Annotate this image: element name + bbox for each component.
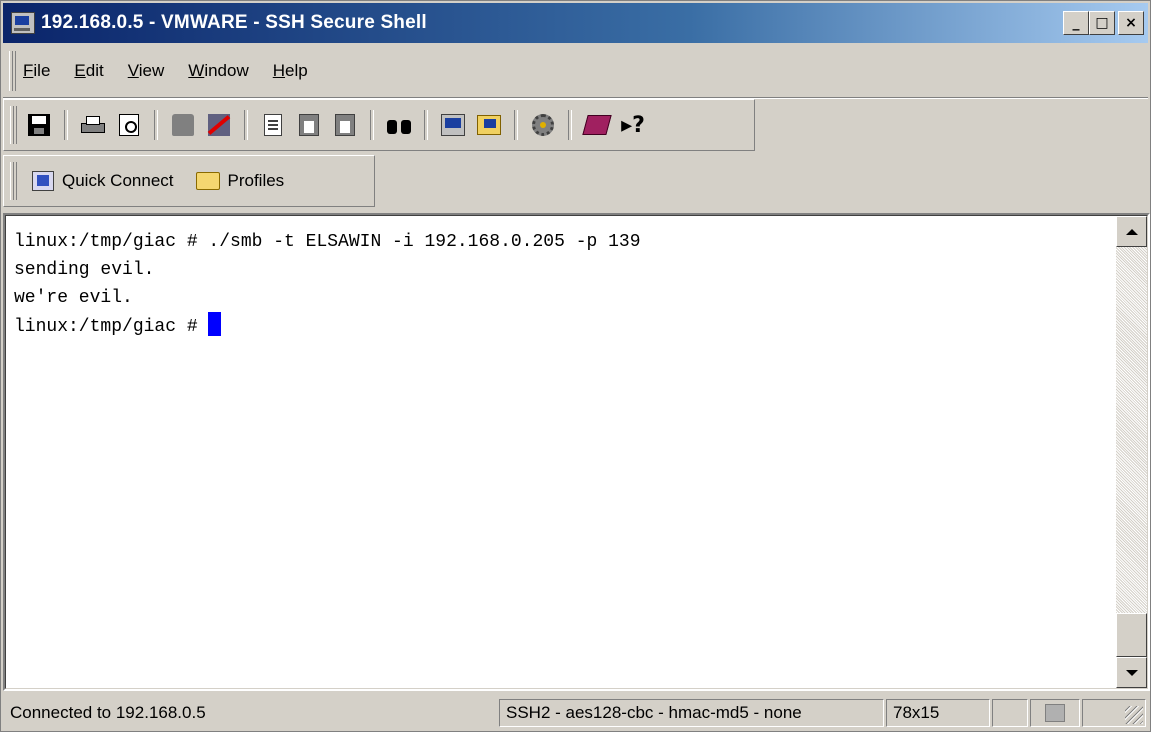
- status-bar: Connected to 192.168.0.5 SSH2 - aes128-c…: [3, 695, 1148, 731]
- status-cell-empty: [992, 699, 1028, 727]
- help-book-icon: [582, 115, 612, 135]
- toolbar-separator: [154, 110, 158, 140]
- whats-this-button[interactable]: ▸?: [618, 110, 648, 140]
- terminal-output[interactable]: linux:/tmp/giac # ./smb -t ELSAWIN -i 19…: [14, 228, 641, 341]
- paste-special-icon: [335, 114, 355, 136]
- toolbar-grip[interactable]: [10, 106, 17, 144]
- menu-file[interactable]: File: [23, 61, 50, 81]
- terminal-line: we're evil.: [14, 288, 133, 308]
- menu-view-accel: V: [127, 61, 139, 80]
- status-connection: Connected to 192.168.0.5: [10, 703, 206, 722]
- arrow-down-icon: [1125, 669, 1138, 676]
- new-file-transfer-button[interactable]: [474, 110, 504, 140]
- scroll-up-button[interactable]: [1116, 216, 1147, 247]
- arrow-up-icon: [1125, 228, 1138, 235]
- close-button[interactable]: ×: [1118, 11, 1144, 35]
- vertical-scrollbar[interactable]: [1116, 216, 1147, 688]
- terminal-prompt-line: linux:/tmp/giac #: [14, 312, 641, 341]
- quickbar-grip[interactable]: [10, 162, 17, 200]
- status-cell-icon: [1030, 699, 1080, 727]
- print-preview-icon: [119, 114, 139, 136]
- quick-connect-button[interactable]: Quick Connect: [26, 171, 180, 191]
- toolbar-separator: [424, 110, 428, 140]
- keys-icon: [172, 114, 194, 136]
- menu-window[interactable]: Window: [188, 61, 248, 81]
- toolbar-separator: [244, 110, 248, 140]
- caption-buttons: _ □ ×: [1063, 11, 1144, 35]
- save-icon: [28, 114, 50, 136]
- settings-button[interactable]: [528, 110, 558, 140]
- terminal-pane[interactable]: linux:/tmp/giac # ./smb -t ELSAWIN -i 19…: [3, 213, 1150, 691]
- save-button[interactable]: [24, 110, 54, 140]
- quick-connect-label: Quick Connect: [62, 171, 174, 190]
- terminal-cursor: [208, 312, 222, 336]
- status-cipher: SSH2 - aes128-cbc - hmac-md5 - none: [499, 699, 884, 727]
- settings-icon: [532, 114, 554, 136]
- menu-edit[interactable]: Edit: [74, 61, 103, 81]
- menu-edit-label: dit: [85, 61, 104, 80]
- menu-edit-accel: E: [74, 61, 86, 80]
- find-button[interactable]: [384, 110, 414, 140]
- menu-file-accel: F: [23, 61, 34, 80]
- help-topics-button[interactable]: [582, 110, 612, 140]
- connection-status-icon: [1045, 704, 1065, 722]
- maximize-button[interactable]: □: [1089, 11, 1115, 35]
- toolbar-separator: [64, 110, 68, 140]
- new-terminal-icon: [441, 114, 465, 136]
- menu-window-label: indow: [204, 61, 249, 80]
- terminal-line: sending evil.: [14, 260, 155, 280]
- status-terminal-size: 78x15: [886, 699, 990, 727]
- resize-grip-icon[interactable]: [1125, 706, 1143, 724]
- main-toolbar: ▸?: [3, 99, 755, 151]
- quick-connect-bar: Quick Connect Profiles: [3, 155, 375, 207]
- menu-view[interactable]: View: [128, 61, 165, 81]
- menu-help-label: elp: [285, 61, 308, 80]
- print-preview-button[interactable]: [114, 110, 144, 140]
- paste-button[interactable]: [294, 110, 324, 140]
- profiles-label: Profiles: [227, 171, 285, 190]
- whats-this-icon: ▸?: [621, 112, 645, 138]
- scroll-thumb[interactable]: [1116, 613, 1147, 657]
- paste-icon: [299, 114, 319, 136]
- print-icon: [81, 115, 105, 135]
- ssh-client-window: 192.168.0.5 - VMWARE - SSH Secure Shell …: [0, 0, 1151, 732]
- menu-file-label: ile: [33, 61, 51, 80]
- title-bar[interactable]: 192.168.0.5 - VMWARE - SSH Secure Shell …: [3, 3, 1148, 43]
- new-terminal-button[interactable]: [438, 110, 468, 140]
- paste-special-button[interactable]: [330, 110, 360, 140]
- quick-connect-icon: [32, 171, 54, 191]
- toolbar-separator: [370, 110, 374, 140]
- terminal-line: linux:/tmp/giac # ./smb -t ELSAWIN -i 19…: [14, 232, 641, 252]
- scroll-down-button[interactable]: [1116, 657, 1147, 688]
- copy-icon: [264, 114, 282, 136]
- menu-window-accel: W: [188, 61, 205, 80]
- app-icon[interactable]: [11, 12, 35, 34]
- folder-icon: [195, 172, 220, 190]
- copy-button[interactable]: [258, 110, 288, 140]
- find-icon: [387, 116, 411, 134]
- toolbar-separator: [514, 110, 518, 140]
- connect-button[interactable]: [168, 110, 198, 140]
- profiles-button[interactable]: Profiles: [190, 171, 291, 191]
- status-cell-grip: [1082, 699, 1146, 727]
- print-button[interactable]: [78, 110, 108, 140]
- new-file-transfer-icon: [477, 115, 501, 135]
- menu-help[interactable]: Help: [273, 61, 308, 81]
- menu-help-accel: H: [272, 61, 286, 80]
- disconnect-icon: [208, 114, 230, 136]
- window-title: 192.168.0.5 - VMWARE - SSH Secure Shell: [41, 12, 427, 33]
- terminal-prompt: linux:/tmp/giac #: [14, 317, 209, 337]
- menu-grip[interactable]: [9, 51, 16, 91]
- minimize-button[interactable]: _: [1063, 11, 1089, 35]
- menu-view-label: iew: [138, 61, 165, 80]
- menu-bar: File Edit View Window Help: [3, 45, 1148, 98]
- disconnect-button[interactable]: [204, 110, 234, 140]
- toolbar-separator: [568, 110, 572, 140]
- terminal-frame: linux:/tmp/giac # ./smb -t ELSAWIN -i 19…: [5, 215, 1148, 689]
